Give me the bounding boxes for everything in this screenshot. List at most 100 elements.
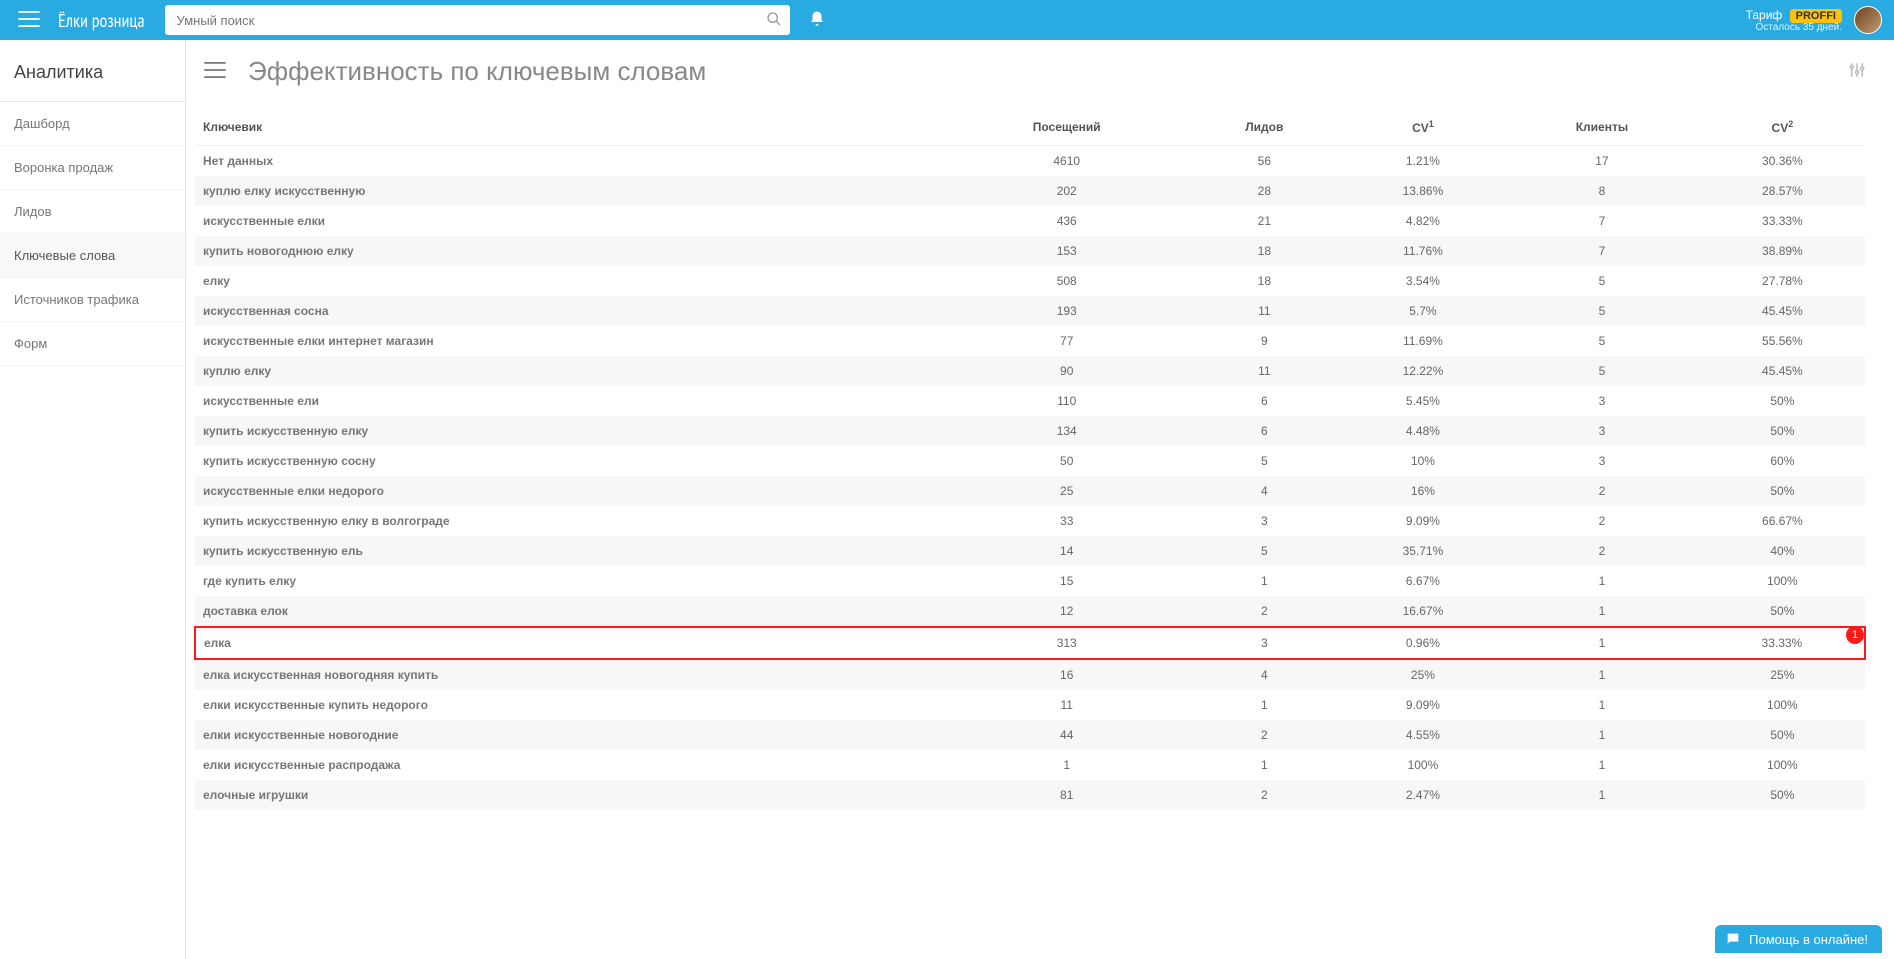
- table-row[interactable]: елки искусственные купить недорого1119.0…: [195, 690, 1865, 720]
- value-cell: 33.33%: [1700, 206, 1865, 236]
- value-cell: 1: [1504, 566, 1700, 596]
- table-row[interactable]: доставка елок12216.67%150%: [195, 596, 1865, 627]
- keyword-cell: елочные игрушки: [195, 780, 947, 810]
- column-header[interactable]: Клиенты: [1504, 109, 1700, 146]
- table-row[interactable]: куплю елку искусственную2022813.86%828.5…: [195, 176, 1865, 206]
- value-cell: 18: [1187, 266, 1342, 296]
- table-row[interactable]: купить искусственную елку13464.48%350%: [195, 416, 1865, 446]
- table-row[interactable]: елки искусственные распродажа11100%1100%: [195, 750, 1865, 780]
- value-cell: 27.78%: [1700, 266, 1865, 296]
- table-row[interactable]: искусственные елки интернет магазин77911…: [195, 326, 1865, 356]
- value-cell: 45.45%: [1700, 296, 1865, 326]
- value-cell: 3: [1187, 627, 1342, 659]
- value-cell: 6: [1187, 386, 1342, 416]
- column-header[interactable]: Лидов: [1187, 109, 1342, 146]
- search-icon[interactable]: [766, 11, 782, 30]
- value-cell: 8: [1504, 176, 1700, 206]
- table-row[interactable]: елка искусственная новогодняя купить1642…: [195, 659, 1865, 690]
- value-cell: 50%: [1700, 386, 1865, 416]
- value-cell: 100%: [1700, 566, 1865, 596]
- keyword-cell: елка: [195, 627, 947, 659]
- keyword-cell: елки искусственные новогодние: [195, 720, 947, 750]
- value-cell: 16: [947, 659, 1187, 690]
- value-cell: 5.45%: [1342, 386, 1504, 416]
- sidebar-item[interactable]: Источников трафика: [0, 278, 185, 322]
- sidebar-item[interactable]: Дашборд: [0, 102, 185, 146]
- value-cell: 30.36%: [1700, 146, 1865, 177]
- tariff-block[interactable]: Тариф PROFFI Осталось 35 дней.: [1746, 8, 1842, 33]
- keyword-cell: искусственные елки недорого: [195, 476, 947, 506]
- value-cell: 1: [1187, 566, 1342, 596]
- column-header[interactable]: CV2: [1700, 109, 1865, 146]
- chat-widget[interactable]: Помощь в онлайне!: [1715, 925, 1882, 953]
- keyword-cell: купить искусственную ель: [195, 536, 947, 566]
- tariff-label: Тариф: [1746, 8, 1783, 22]
- highlight-badge: 1: [1846, 626, 1864, 644]
- sidebar-item[interactable]: Воронка продаж: [0, 146, 185, 190]
- chat-label: Помощь в онлайне!: [1749, 932, 1868, 947]
- value-cell: 5: [1504, 326, 1700, 356]
- value-cell: 2: [1187, 780, 1342, 810]
- value-cell: 5: [1187, 446, 1342, 476]
- value-cell: 508: [947, 266, 1187, 296]
- sidebar-item[interactable]: Ключевые слова: [0, 234, 185, 278]
- value-cell: 7: [1504, 206, 1700, 236]
- table-row[interactable]: купить искусственную ель14535.71%240%: [195, 536, 1865, 566]
- value-cell: 15: [947, 566, 1187, 596]
- table-row[interactable]: елку508183.54%527.78%: [195, 266, 1865, 296]
- value-cell: 3.54%: [1342, 266, 1504, 296]
- value-cell: 2: [1504, 506, 1700, 536]
- keyword-cell: елка искусственная новогодняя купить: [195, 659, 947, 690]
- value-cell: 16%: [1342, 476, 1504, 506]
- keyword-cell: купить новогоднюю елку: [195, 236, 947, 266]
- value-cell: 110: [947, 386, 1187, 416]
- value-cell: 1: [1504, 750, 1700, 780]
- column-header[interactable]: Ключевик: [195, 109, 947, 146]
- table-row[interactable]: елки искусственные новогодние4424.55%150…: [195, 720, 1865, 750]
- column-header[interactable]: Посещений: [947, 109, 1187, 146]
- value-cell: 38.89%: [1700, 236, 1865, 266]
- table-row[interactable]: где купить елку1516.67%1100%: [195, 566, 1865, 596]
- avatar[interactable]: [1854, 6, 1882, 34]
- sidebar: Аналитика ДашбордВоронка продажЛидовКлюч…: [0, 40, 186, 959]
- notifications-icon[interactable]: [808, 10, 826, 31]
- settings-icon[interactable]: [1848, 61, 1866, 82]
- keyword-cell: доставка елок: [195, 596, 947, 627]
- column-header[interactable]: CV1: [1342, 109, 1504, 146]
- table-row[interactable]: купить новогоднюю елку1531811.76%738.89%: [195, 236, 1865, 266]
- table-row[interactable]: Нет данных4610561.21%1730.36%: [195, 146, 1865, 177]
- value-cell: 4610: [947, 146, 1187, 177]
- value-cell: 9.09%: [1342, 690, 1504, 720]
- table-row[interactable]: елочные игрушки8122.47%150%: [195, 780, 1865, 810]
- value-cell: 5: [1504, 296, 1700, 326]
- sidebar-item[interactable]: Форм: [0, 322, 185, 366]
- table-row[interactable]: купить искусственную сосну50510%360%: [195, 446, 1865, 476]
- table-row[interactable]: елка31330.96%133.33%1: [195, 627, 1865, 659]
- brand-title: Ёлки розница: [58, 9, 165, 32]
- table-row[interactable]: искусственные ели11065.45%350%: [195, 386, 1865, 416]
- table-row[interactable]: искусственные елки недорого25416%250%: [195, 476, 1865, 506]
- topbar-right: Тариф PROFFI Осталось 35 дней.: [1746, 6, 1894, 34]
- sidebar-item[interactable]: Лидов: [0, 190, 185, 234]
- table-row[interactable]: купить искусственную елку в волгограде33…: [195, 506, 1865, 536]
- table-row[interactable]: искусственная сосна193115.7%545.45%: [195, 296, 1865, 326]
- table-row[interactable]: искусственные елки436214.82%733.33%: [195, 206, 1865, 236]
- keyword-cell: елку: [195, 266, 947, 296]
- value-cell: 202: [947, 176, 1187, 206]
- search-input[interactable]: [165, 5, 790, 35]
- value-cell: 66.67%: [1700, 506, 1865, 536]
- value-cell: 35.71%: [1342, 536, 1504, 566]
- keywords-table: КлючевикПосещенийЛидовCV1КлиентыCV2 Нет …: [194, 109, 1866, 810]
- menu-toggle-button[interactable]: [0, 11, 58, 30]
- value-cell: 100%: [1700, 690, 1865, 720]
- value-cell: 313: [947, 627, 1187, 659]
- content-menu-toggle[interactable]: [204, 62, 226, 81]
- value-cell: 2: [1187, 720, 1342, 750]
- value-cell: 21: [1187, 206, 1342, 236]
- value-cell: 12: [947, 596, 1187, 627]
- table-row[interactable]: куплю елку901112.22%545.45%: [195, 356, 1865, 386]
- value-cell: 40%: [1700, 536, 1865, 566]
- titlebar: Эффективность по ключевым словам: [194, 56, 1866, 87]
- value-cell: 25%: [1342, 659, 1504, 690]
- value-cell: 25: [947, 476, 1187, 506]
